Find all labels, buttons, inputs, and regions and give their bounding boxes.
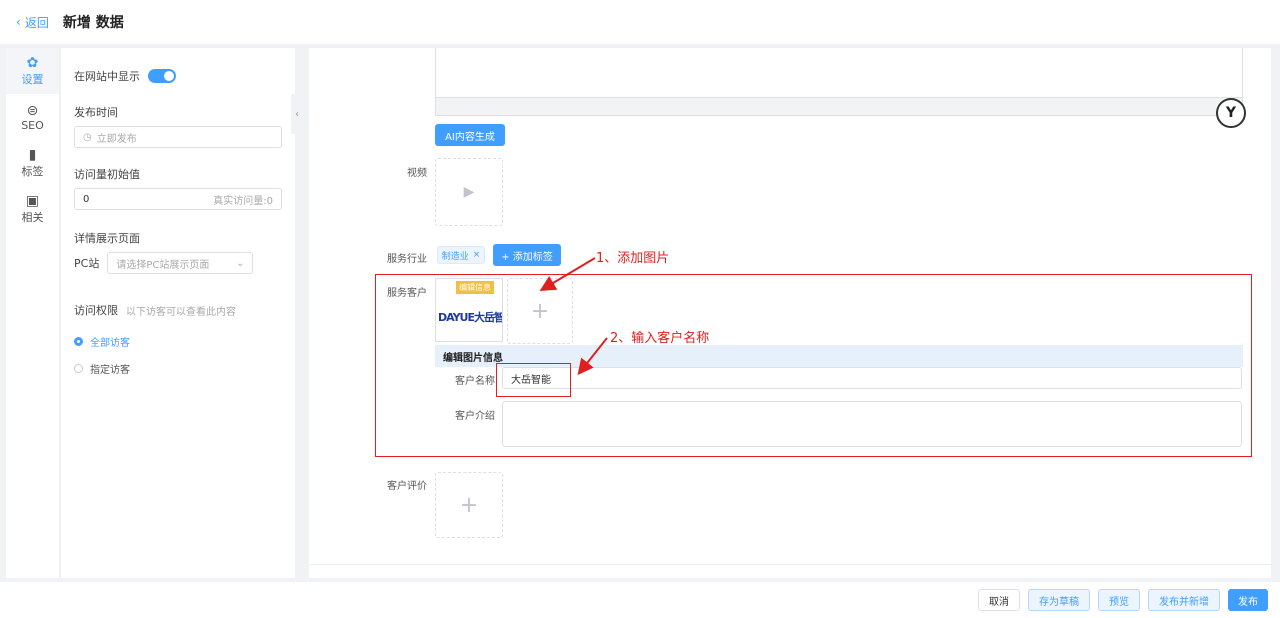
views-label: 访问量初始值 [74, 168, 140, 181]
sidebar-item-tags[interactable]: ▮ 标签 [6, 140, 59, 186]
access-hint: 以下访客可以查看此内容 [126, 306, 236, 318]
pc-row: PC站 请选择PC站展示页面 ⌄ [74, 252, 282, 274]
chevron-left-icon: ‹ [16, 15, 21, 29]
back-label: 返回 [24, 15, 49, 30]
radio-specified-label: 指定访客 [90, 365, 130, 376]
sidebar-item-related[interactable]: ▣ 相关 [6, 186, 59, 232]
publish-time-input[interactable]: ◷ 立即发布 [74, 126, 282, 148]
views-suffix: 真实访问量:0 [213, 195, 273, 207]
publish-time-placeholder: 立即发布 [96, 133, 137, 145]
close-icon[interactable]: × [473, 250, 481, 260]
customer-intro-label: 客户介绍 [455, 411, 495, 422]
radio-all-visitors[interactable]: 全部访客 [74, 334, 282, 349]
sidebar-item-label: SEO [21, 118, 44, 132]
radio-all-label: 全部访客 [90, 338, 130, 349]
customer-logo-image[interactable]: 编辑信息 DAYUE大岳智能 [435, 278, 503, 342]
cancel-button[interactable]: 取消 [978, 589, 1020, 611]
radio-dot [74, 337, 83, 346]
gear-icon: ✿ [26, 55, 39, 71]
plus-icon: + [459, 492, 479, 518]
show-on-site-row: 在网站中显示 [74, 68, 282, 84]
icon-sidebar: ✿ 设置 ⊜ SEO ▮ 标签 ▣ 相关 [6, 48, 60, 578]
edit-info-badge[interactable]: 编辑信息 [456, 281, 494, 294]
radio-specified-visitors[interactable]: 指定访客 [74, 361, 282, 376]
content-editor[interactable] [435, 48, 1243, 98]
clock-icon: ◷ [83, 131, 92, 143]
save-draft-button[interactable]: 存为草稿 [1028, 589, 1090, 611]
customer-name-label: 客户名称 [455, 376, 495, 387]
access-row: 访问权限 以下访客可以查看此内容 [74, 302, 282, 318]
plus-doc-icon: ▣ [25, 193, 40, 209]
customer-intro-textarea[interactable] [502, 401, 1242, 447]
chevron-left-icon: ‹ [295, 108, 299, 120]
industry-label: 服务行业 [387, 254, 427, 265]
radio-dot [74, 364, 83, 373]
annotation-box-2 [496, 363, 571, 397]
top-bar: ‹ 返回 新增 数据 [0, 0, 1280, 44]
customer-logo: DAYUE大岳智能 [438, 311, 502, 324]
pc-page-placeholder: 请选择PC站展示页面 [116, 259, 210, 271]
assistant-icon[interactable]: Y [1216, 98, 1246, 128]
seo-icon: ⊜ [26, 102, 39, 119]
footer-bar: 取消 存为草稿 预览 发布并新增 发布 [0, 582, 1280, 618]
settings-panel: 在网站中显示 发布时间 ◷ 立即发布 访问量初始值 0 真实访问量:0 详情展示… [61, 48, 295, 578]
publish-new-button[interactable]: 发布并新增 [1148, 589, 1220, 611]
add-image-button[interactable]: + [507, 278, 573, 344]
collapse-panel-button[interactable]: ‹ [291, 94, 303, 134]
main-form: Y AI内容生成 视频 ▶ 服务行业 制造业 × + 添加标签 服务客户 编辑信… [309, 48, 1271, 578]
add-tag-button[interactable]: + 添加标签 [493, 244, 561, 266]
show-on-site-label: 在网站中显示 [74, 70, 140, 83]
review-upload[interactable]: + [435, 472, 503, 538]
video-label: 视频 [407, 168, 427, 179]
publish-time-label: 发布时间 [74, 106, 118, 119]
divider [309, 564, 1271, 565]
annotation-step1: 1、添加图片 [596, 251, 670, 266]
plus-icon: + [530, 298, 550, 324]
back-link[interactable]: ‹ 返回 [16, 14, 49, 31]
access-label: 访问权限 [74, 304, 118, 317]
review-label: 客户评价 [387, 481, 427, 492]
industry-tag[interactable]: 制造业 × [437, 246, 485, 264]
page-title: 新增 数据 [62, 15, 124, 31]
customer-label: 服务客户 [387, 288, 427, 299]
editor-statusbar [435, 98, 1243, 116]
camera-icon: ▶ [463, 184, 475, 200]
sidebar-item-label: 相关 [21, 211, 44, 224]
show-on-site-toggle[interactable] [148, 69, 176, 83]
pc-label: PC站 [74, 257, 100, 270]
ai-generate-button[interactable]: AI内容生成 [435, 124, 505, 146]
views-input[interactable]: 0 真实访问量:0 [74, 188, 282, 210]
video-upload[interactable]: ▶ [435, 158, 503, 226]
publish-button[interactable]: 发布 [1228, 589, 1268, 611]
sidebar-item-label: 标签 [21, 165, 44, 178]
sidebar-item-settings[interactable]: ✿ 设置 [6, 48, 59, 94]
sidebar-item-seo[interactable]: ⊜ SEO [6, 94, 59, 140]
pc-page-select[interactable]: 请选择PC站展示页面 ⌄ [107, 252, 254, 274]
industry-tag-label: 制造业 [441, 251, 469, 262]
chevron-down-icon: ⌄ [235, 257, 245, 269]
views-value: 0 [83, 193, 90, 205]
sidebar-item-label: 设置 [21, 73, 44, 86]
customer-name-input[interactable]: 大岳智能 [502, 367, 1242, 389]
detail-page-label: 详情展示页面 [74, 232, 140, 245]
preview-button[interactable]: 预览 [1098, 589, 1140, 611]
annotation-step2: 2、输入客户名称 [610, 331, 710, 346]
bookmark-icon: ▮ [28, 147, 37, 163]
